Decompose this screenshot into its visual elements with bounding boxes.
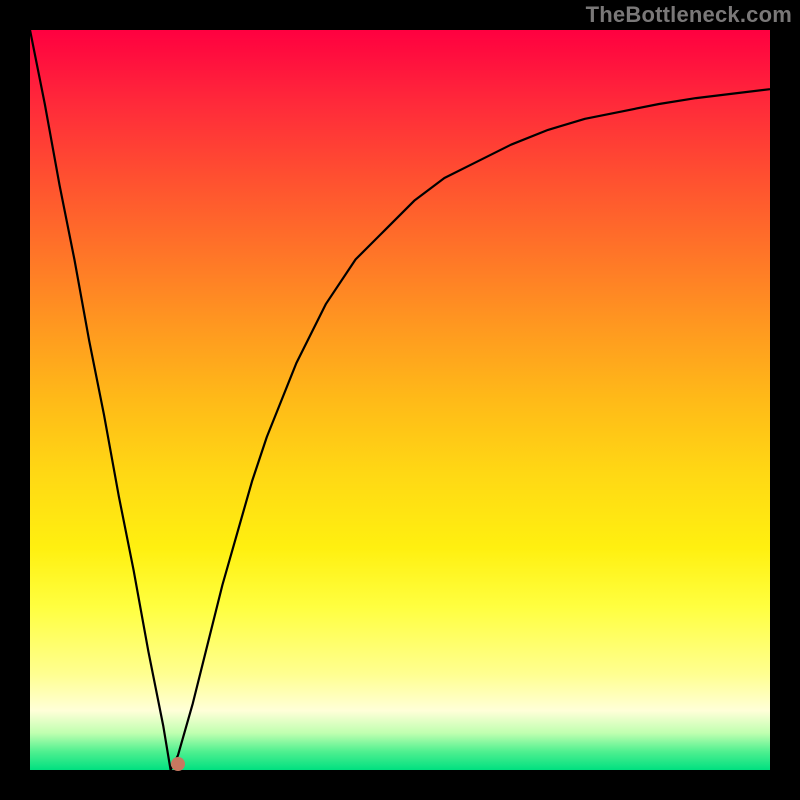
marker-dot	[171, 757, 185, 771]
curve-path	[30, 30, 770, 770]
curve-svg	[30, 30, 770, 770]
plot-area	[30, 30, 770, 770]
chart-frame: TheBottleneck.com	[0, 0, 800, 800]
watermark-text: TheBottleneck.com	[586, 2, 792, 28]
